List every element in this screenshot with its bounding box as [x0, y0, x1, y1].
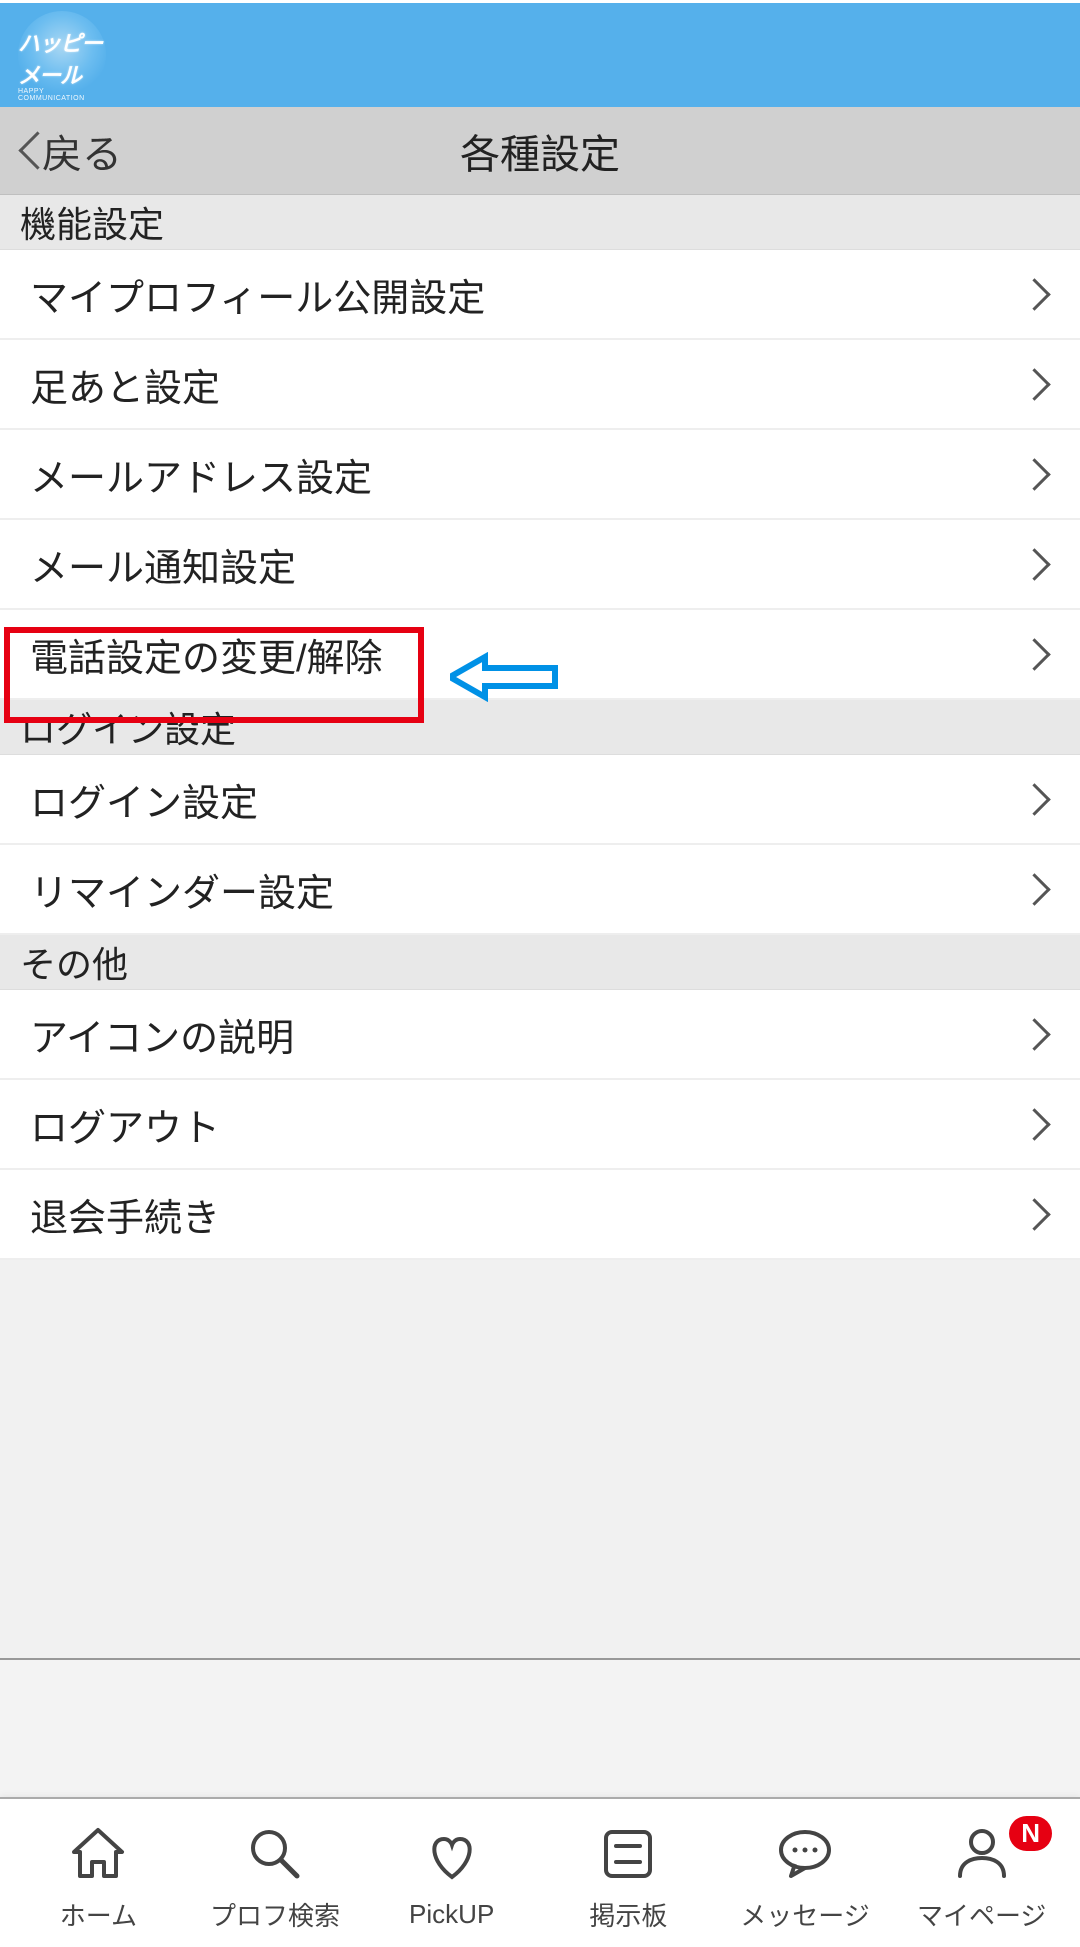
list-item-label: マイプロフィール公開設定	[30, 267, 485, 322]
chevron-right-icon	[1032, 1197, 1050, 1231]
list-item-label: リマインダー設定	[30, 862, 334, 917]
app-banner: ハッピーメール HAPPY COMMUNICATION	[0, 3, 1080, 107]
list-item-label: ログアウト	[30, 1097, 220, 1152]
section-function-header: 機能設定	[0, 195, 1080, 250]
logo-main-text: ハッピーメール	[18, 26, 106, 90]
nav-messages[interactable]: メッセージ	[717, 1814, 894, 1933]
page-title: 各種設定	[460, 122, 620, 180]
section-login-list: ログイン設定 リマインダー設定	[0, 755, 1080, 935]
nav-label: ホーム	[60, 1896, 137, 1933]
person-icon	[950, 1814, 1014, 1894]
item-phone-settings[interactable]: 電話設定の変更/解除	[0, 610, 1080, 700]
chevron-right-icon	[1032, 457, 1050, 491]
item-mail-notification-settings[interactable]: メール通知設定	[0, 520, 1080, 610]
app-logo[interactable]: ハッピーメール HAPPY COMMUNICATION	[18, 11, 106, 99]
chevron-right-icon	[1032, 1107, 1050, 1141]
chevron-right-icon	[1032, 782, 1050, 816]
bottom-navigation: ホーム プロフ検索 PickUP 掲示板 メッセージ マイページ N	[0, 1797, 1080, 1947]
chevron-right-icon	[1032, 637, 1050, 671]
item-reminder-settings[interactable]: リマインダー設定	[0, 845, 1080, 935]
list-item-label: メールアドレス設定	[30, 447, 372, 502]
nav-mypage[interactable]: マイページ N	[893, 1814, 1070, 1933]
message-icon	[773, 1814, 837, 1894]
nav-board[interactable]: 掲示板	[540, 1814, 717, 1933]
back-button[interactable]: 戻る	[18, 122, 122, 180]
item-profile-visibility[interactable]: マイプロフィール公開設定	[0, 250, 1080, 340]
list-item-label: 電話設定の変更/解除	[30, 627, 383, 682]
nav-pickup[interactable]: PickUP	[363, 1817, 540, 1930]
list-item-label: メール通知設定	[30, 537, 296, 592]
home-icon	[66, 1814, 130, 1894]
item-login-settings[interactable]: ログイン設定	[0, 755, 1080, 845]
nav-label: PickUP	[409, 1899, 494, 1930]
list-item-label: 足あと設定	[30, 357, 220, 412]
section-other-header: その他	[0, 935, 1080, 990]
search-icon	[243, 1814, 307, 1894]
nav-home[interactable]: ホーム	[10, 1814, 187, 1933]
nav-label: 掲示板	[589, 1896, 667, 1933]
board-icon	[596, 1814, 660, 1894]
chevron-right-icon	[1032, 367, 1050, 401]
logo-sub-text: HAPPY COMMUNICATION	[18, 88, 106, 102]
chevron-left-icon	[18, 133, 36, 169]
item-icon-explanation[interactable]: アイコンの説明	[0, 990, 1080, 1080]
nav-label: プロフ検索	[210, 1896, 340, 1933]
chevron-right-icon	[1032, 277, 1050, 311]
page-header: 戻る 各種設定	[0, 107, 1080, 195]
nav-label: マイページ	[917, 1896, 1046, 1933]
item-footprint-settings[interactable]: 足あと設定	[0, 340, 1080, 430]
section-login-header: ログイン設定	[0, 700, 1080, 755]
nav-profile-search[interactable]: プロフ検索	[187, 1814, 364, 1933]
chevron-right-icon	[1032, 872, 1050, 906]
list-item-label: 退会手続き	[30, 1187, 220, 1242]
chevron-right-icon	[1032, 1017, 1050, 1051]
list-item-label: アイコンの説明	[30, 1007, 294, 1062]
section-function-list: マイプロフィール公開設定 足あと設定 メールアドレス設定 メール通知設定 電話設…	[0, 250, 1080, 700]
nav-label: メッセージ	[740, 1896, 869, 1933]
empty-area	[0, 1260, 1080, 1660]
list-item-label: ログイン設定	[30, 772, 258, 827]
notification-badge: N	[1009, 1816, 1052, 1851]
item-withdrawal[interactable]: 退会手続き	[0, 1170, 1080, 1260]
chevron-right-icon	[1032, 547, 1050, 581]
item-logout[interactable]: ログアウト	[0, 1080, 1080, 1170]
content-area: 戻る 各種設定 機能設定 マイプロフィール公開設定 足あと設定 メールアドレス設…	[0, 107, 1080, 1797]
heart-icon	[420, 1817, 484, 1897]
section-other-list: アイコンの説明 ログアウト 退会手続き	[0, 990, 1080, 1260]
item-mail-address-settings[interactable]: メールアドレス設定	[0, 430, 1080, 520]
